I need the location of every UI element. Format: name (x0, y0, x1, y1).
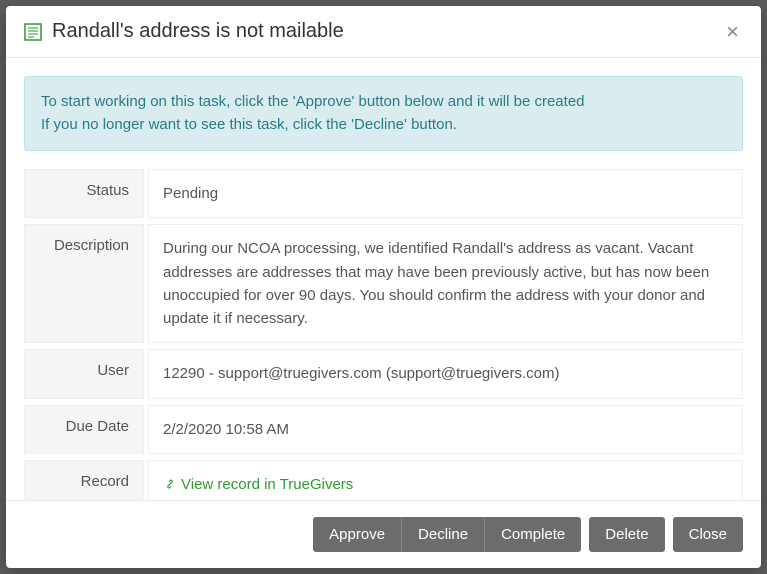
delete-button[interactable]: Delete (589, 517, 664, 552)
modal-title: Randall's address is not mailable (52, 20, 722, 43)
close-button[interactable]: Close (673, 517, 743, 552)
description-label: Description (24, 224, 144, 343)
info-banner: To start working on this task, click the… (24, 76, 743, 151)
action-button-group: Approve Decline Complete (313, 517, 581, 552)
due-date-row: Due Date 2/2/2020 10:58 AM (24, 405, 743, 454)
modal-header: Randall's address is not mailable × (6, 6, 761, 58)
due-date-value: 2/2/2020 10:58 AM (148, 405, 743, 454)
decline-button[interactable]: Decline (401, 517, 484, 552)
record-label: Record (24, 460, 144, 500)
user-label: User (24, 349, 144, 398)
close-icon[interactable]: × (722, 21, 743, 43)
info-line-1: To start working on this task, click the… (41, 91, 726, 114)
due-date-label: Due Date (24, 405, 144, 454)
modal-footer: Approve Decline Complete Delete Close (6, 500, 761, 568)
view-record-link[interactable]: View record in TrueGivers (163, 476, 353, 493)
task-icon (24, 23, 42, 41)
record-link-text: View record in TrueGivers (181, 476, 353, 493)
approve-button[interactable]: Approve (313, 517, 401, 552)
status-row: Status Pending (24, 169, 743, 218)
status-label: Status (24, 169, 144, 218)
user-row: User 12290 - support@truegivers.com (sup… (24, 349, 743, 398)
complete-button[interactable]: Complete (484, 517, 581, 552)
record-row: Record View record in TrueGivers (24, 460, 743, 500)
user-value: 12290 - support@truegivers.com (support@… (148, 349, 743, 398)
info-line-2: If you no longer want to see this task, … (41, 114, 726, 137)
link-icon (163, 475, 177, 498)
task-modal: Randall's address is not mailable × To s… (6, 6, 761, 568)
record-value: View record in TrueGivers (148, 460, 743, 500)
description-value: During our NCOA processing, we identifie… (148, 224, 743, 343)
modal-body: To start working on this task, click the… (6, 58, 761, 500)
status-value: Pending (148, 169, 743, 218)
description-row: Description During our NCOA processing, … (24, 224, 743, 343)
